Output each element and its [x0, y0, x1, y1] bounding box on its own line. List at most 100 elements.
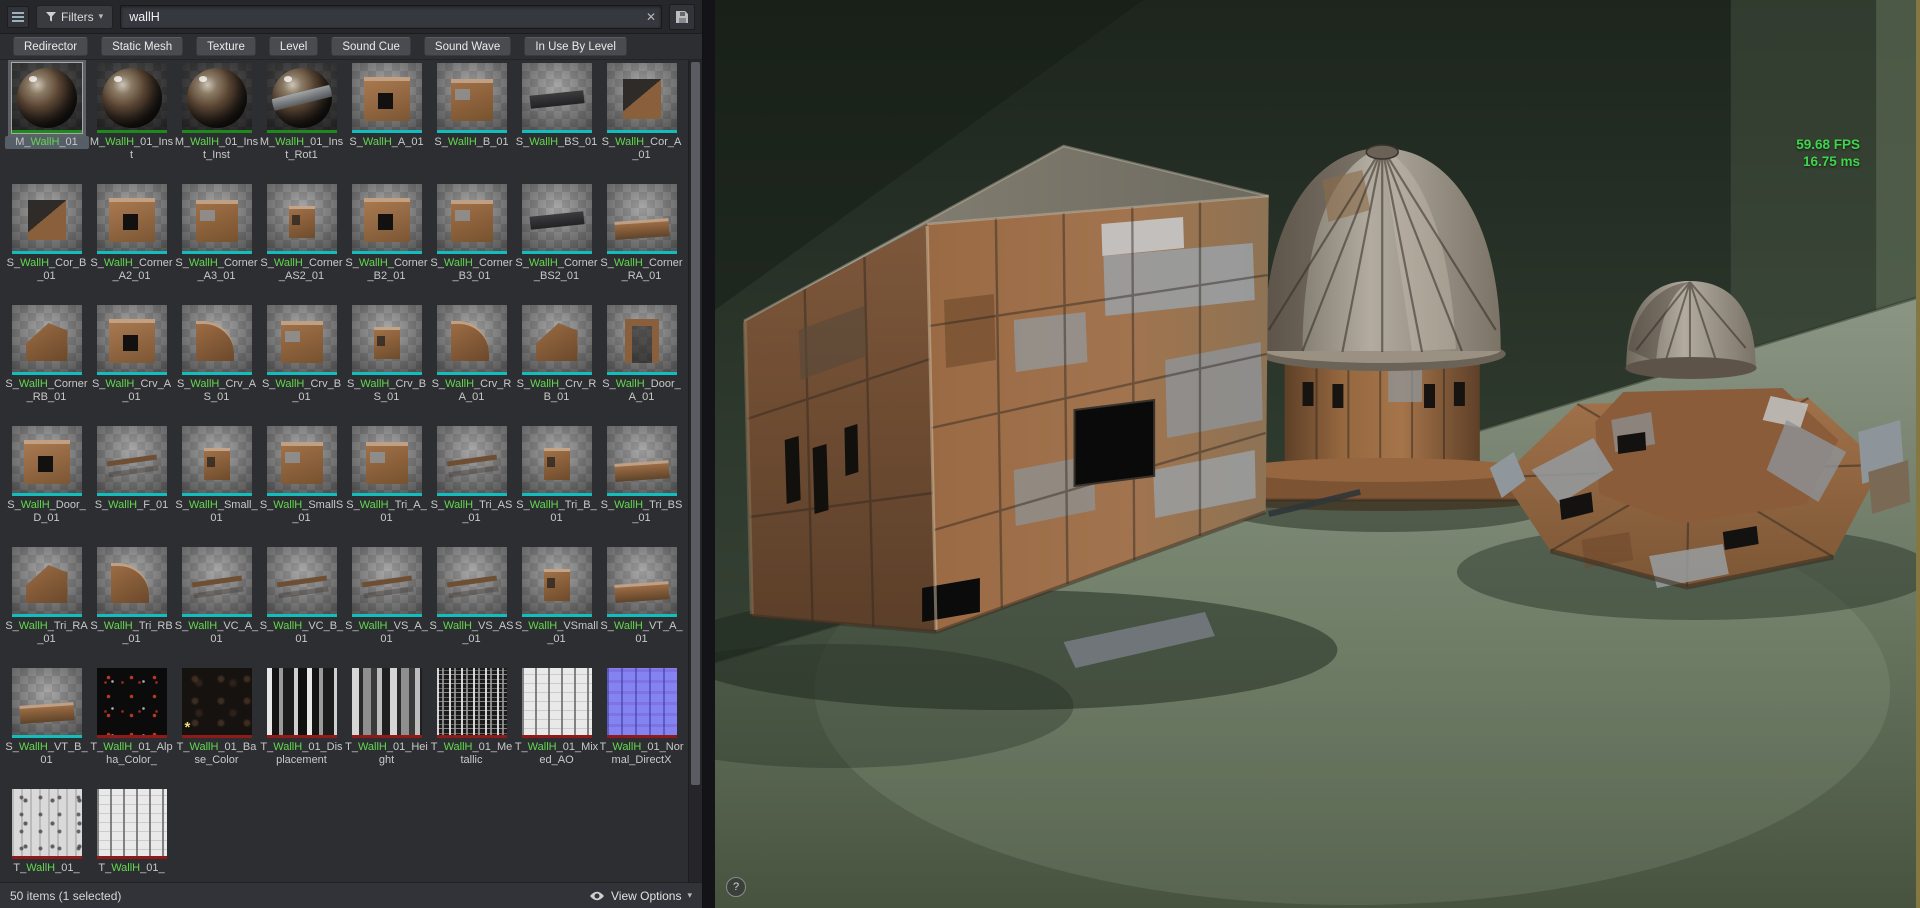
asset-item[interactable]: S_WallH_Corner_B2_01 [344, 181, 429, 302]
asset-item[interactable]: S_WallH_Small_01 [174, 423, 259, 544]
asset-item[interactable]: S_WallH_Tri_A_01 [344, 423, 429, 544]
asset-thumbnail[interactable] [96, 789, 167, 859]
asset-thumbnail[interactable] [266, 63, 337, 133]
asset-thumbnail[interactable] [606, 184, 677, 254]
view-options-button[interactable]: View Options ▾ [589, 889, 692, 903]
asset-item[interactable]: S_WallH_Tri_RB_01 [89, 544, 174, 665]
asset-thumbnail[interactable] [266, 184, 337, 254]
asset-item[interactable]: S_WallH_Corner_RB_01 [4, 302, 89, 423]
asset-thumbnail[interactable] [521, 426, 592, 496]
asset-item[interactable]: S_WallH_Corner_A3_01 [174, 181, 259, 302]
asset-item[interactable]: S_WallH_Cor_B_01 [4, 181, 89, 302]
asset-item[interactable]: S_WallH_Crv_RA_01 [429, 302, 514, 423]
asset-item[interactable]: T_WallH_01_ [89, 786, 174, 882]
asset-item[interactable]: M_WallH_01_Inst [89, 60, 174, 181]
asset-thumbnail[interactable] [11, 547, 82, 617]
asset-thumbnail[interactable] [606, 63, 677, 133]
asset-item[interactable]: S_WallH_VSmall_01 [514, 544, 599, 665]
asset-item[interactable]: S_WallH_Door_D_01 [4, 423, 89, 544]
asset-item[interactable]: S_WallH_Cor_A_01 [599, 60, 684, 181]
asset-item[interactable]: S_WallH_F_01 [89, 423, 174, 544]
asset-thumbnail[interactable] [11, 305, 82, 375]
filter-pill[interactable]: In Use By Level [524, 37, 627, 56]
asset-thumbnail[interactable] [436, 63, 507, 133]
asset-item[interactable]: S_WallH_VC_B_01 [259, 544, 344, 665]
asset-item[interactable]: S_WallH_Corner_AS2_01 [259, 181, 344, 302]
filter-pill[interactable]: Sound Wave [423, 37, 512, 56]
asset-thumbnail[interactable] [181, 63, 252, 133]
asset-grid-scrollbar[interactable] [688, 60, 702, 882]
asset-thumbnail[interactable] [606, 305, 677, 375]
asset-thumbnail[interactable] [11, 668, 82, 738]
filter-pill[interactable]: Level [268, 37, 319, 56]
save-search-button[interactable] [669, 3, 695, 30]
asset-thumbnail[interactable] [96, 305, 167, 375]
asset-thumbnail[interactable] [96, 63, 167, 133]
asset-item[interactable]: M_WallH_01_Inst_Inst [174, 60, 259, 181]
filter-pill[interactable]: Redirector [13, 37, 89, 56]
asset-item[interactable]: S_WallH_Corner_A2_01 [89, 181, 174, 302]
asset-thumbnail[interactable] [266, 426, 337, 496]
asset-thumbnail[interactable] [181, 184, 252, 254]
asset-thumbnail[interactable] [96, 184, 167, 254]
asset-thumbnail[interactable] [96, 547, 167, 617]
asset-item[interactable]: T_WallH_01_Alpha_Color_ [89, 665, 174, 786]
asset-thumbnail[interactable] [266, 547, 337, 617]
asset-item[interactable]: S_WallH_Tri_B_01 [514, 423, 599, 544]
asset-thumbnail[interactable] [521, 547, 592, 617]
asset-item[interactable]: S_WallH_Crv_BS_01 [344, 302, 429, 423]
asset-thumbnail[interactable] [11, 789, 82, 859]
asset-item[interactable]: S_WallH_VS_A_01 [344, 544, 429, 665]
asset-item[interactable]: T_WallH_01_Displacement [259, 665, 344, 786]
asset-thumbnail[interactable] [351, 184, 422, 254]
asset-item[interactable]: S_WallH_Tri_RA_01 [4, 544, 89, 665]
asset-item[interactable]: S_WallH_Crv_AS_01 [174, 302, 259, 423]
search-input[interactable] [121, 9, 641, 24]
scrollbar-thumb[interactable] [691, 62, 700, 786]
panel-splitter[interactable] [703, 0, 715, 908]
asset-item[interactable]: S_WallH_VT_B_01 [4, 665, 89, 786]
asset-thumbnail[interactable] [521, 184, 592, 254]
asset-item[interactable]: T_WallH_01_ [4, 786, 89, 882]
asset-thumbnail[interactable] [436, 668, 507, 738]
asset-thumbnail[interactable] [351, 305, 422, 375]
asset-item[interactable]: M_WallH_01_Inst_Rot1 [259, 60, 344, 181]
asset-thumbnail[interactable]: * [181, 668, 252, 738]
asset-thumbnail[interactable] [606, 668, 677, 738]
asset-item[interactable]: S_WallH_Door_A_01 [599, 302, 684, 423]
asset-item[interactable]: S_WallH_B_01 [429, 60, 514, 181]
asset-thumbnail[interactable] [606, 547, 677, 617]
filters-button[interactable]: Filters ▾ [36, 4, 114, 29]
asset-thumbnail[interactable] [266, 668, 337, 738]
asset-item[interactable]: S_WallH_VC_A_01 [174, 544, 259, 665]
asset-item[interactable]: S_WallH_Corner_B3_01 [429, 181, 514, 302]
asset-item[interactable]: S_WallH_Crv_RB_01 [514, 302, 599, 423]
viewport-3d-scene[interactable] [715, 0, 1916, 908]
asset-item[interactable]: T_WallH_01_Mixed_AO [514, 665, 599, 786]
asset-item[interactable]: S_WallH_Crv_B_01 [259, 302, 344, 423]
asset-thumbnail[interactable] [436, 547, 507, 617]
asset-item[interactable]: S_WallH_BS_01 [514, 60, 599, 181]
asset-item[interactable]: S_WallH_Tri_BS_01 [599, 423, 684, 544]
asset-thumbnail[interactable] [521, 305, 592, 375]
asset-item[interactable]: S_WallH_SmallS_01 [259, 423, 344, 544]
asset-thumbnail[interactable] [96, 668, 167, 738]
search-clear-button[interactable]: ✕ [641, 7, 661, 27]
asset-thumbnail[interactable] [10, 62, 83, 134]
asset-thumbnail[interactable] [436, 305, 507, 375]
asset-thumbnail[interactable] [351, 547, 422, 617]
asset-item[interactable]: S_WallH_Corner_RA_01 [599, 181, 684, 302]
asset-item[interactable]: S_WallH_VT_A_01 [599, 544, 684, 665]
asset-item[interactable]: S_WallH_A_01 [344, 60, 429, 181]
filter-pill[interactable]: Static Mesh [101, 37, 184, 56]
asset-thumbnail[interactable] [351, 668, 422, 738]
asset-thumbnail[interactable] [266, 305, 337, 375]
asset-thumbnail[interactable] [181, 547, 252, 617]
asset-item[interactable]: T_WallH_01_Metallic [429, 665, 514, 786]
asset-thumbnail[interactable] [436, 184, 507, 254]
asset-thumbnail[interactable] [96, 426, 167, 496]
filter-pill[interactable]: Sound Cue [331, 37, 411, 56]
sources-panel-toggle-button[interactable] [7, 5, 29, 28]
help-button[interactable]: ? [726, 877, 746, 897]
asset-thumbnail[interactable] [521, 63, 592, 133]
